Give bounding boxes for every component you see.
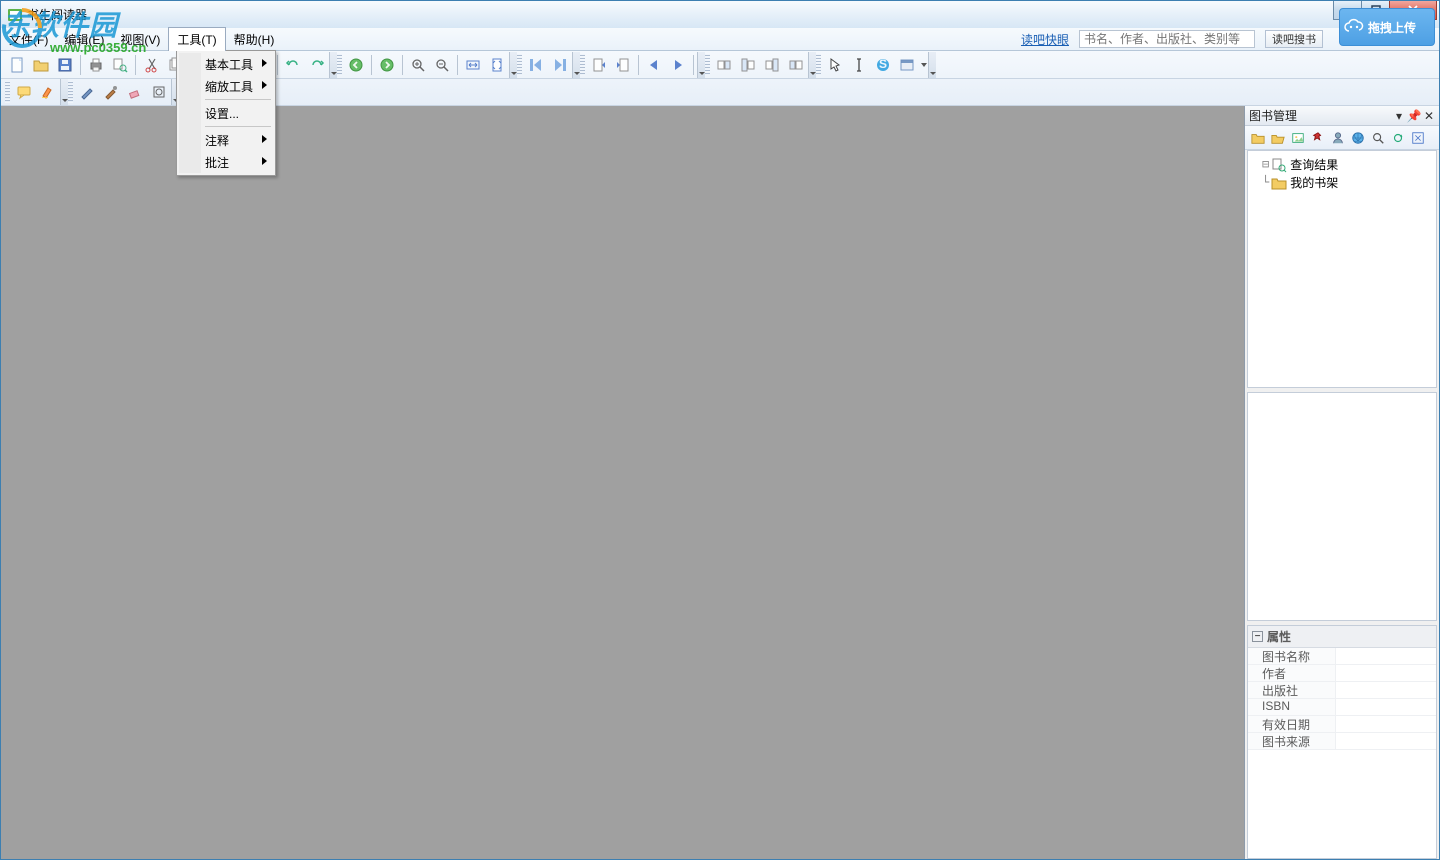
property-row[interactable]: 图书来源 — [1248, 733, 1436, 750]
last-page-button[interactable] — [548, 53, 572, 77]
fit-width-button[interactable] — [461, 53, 485, 77]
expand-button[interactable] — [1408, 128, 1428, 148]
new-button[interactable] — [5, 53, 29, 77]
preview-pane — [1247, 392, 1437, 621]
property-row[interactable]: 图书名称 — [1248, 648, 1436, 665]
menu-item-基本工具[interactable]: 基本工具 — [179, 53, 273, 75]
tree-pane: ⊟查询结果└我的书架 — [1247, 150, 1437, 388]
menu-bar: 文件(F)编辑(E)视图(V)工具(T)帮助(H) 读吧快眼 读吧搜书 拖拽上传 — [1, 28, 1439, 51]
menu-item-批注[interactable]: 批注 — [179, 151, 273, 173]
menu-help[interactable]: 帮助(H) — [226, 28, 283, 50]
skype-button[interactable]: S — [871, 53, 895, 77]
menu-edit[interactable]: 编辑(E) — [56, 28, 112, 50]
globe-button[interactable] — [1348, 128, 1368, 148]
property-row[interactable]: 出版社 — [1248, 682, 1436, 699]
menu-item-注释[interactable]: 注释 — [179, 129, 273, 151]
print-button[interactable] — [84, 53, 108, 77]
folder-open-button[interactable] — [1268, 128, 1288, 148]
rotate-ccw-button[interactable] — [736, 53, 760, 77]
window-button[interactable] — [895, 53, 919, 77]
undo-button[interactable] — [281, 53, 305, 77]
menu-tools[interactable]: 工具(T) — [168, 27, 225, 51]
right-panel: 图书管理 ▾ 📌 ✕ ⊟查询结果└我的书架 − 属性 图书名称作者出版社ISBN… — [1245, 106, 1439, 859]
upload-drop-button[interactable]: 拖拽上传 — [1339, 8, 1435, 46]
panel-pin-icon[interactable]: 📌 — [1408, 110, 1420, 122]
refresh-button[interactable] — [1388, 128, 1408, 148]
rotate-left-button[interactable] — [712, 53, 736, 77]
pin-button[interactable] — [1308, 128, 1328, 148]
search-result-icon — [1271, 157, 1287, 171]
toolbar-overflow[interactable] — [329, 52, 337, 78]
play-right-button[interactable] — [666, 53, 690, 77]
print-preview-button[interactable] — [108, 53, 132, 77]
user-button[interactable] — [1328, 128, 1348, 148]
toolbar-overflow[interactable] — [808, 52, 816, 78]
folder-button[interactable] — [1248, 128, 1268, 148]
document-workspace — [1, 106, 1245, 859]
toolbar-overflow[interactable] — [509, 52, 517, 78]
comment-button[interactable] — [12, 80, 36, 104]
svg-text:S: S — [879, 57, 887, 71]
property-row[interactable]: ISBN — [1248, 699, 1436, 716]
toolbar-overflow[interactable] — [60, 79, 68, 105]
panel-menu-icon[interactable]: ▾ — [1393, 110, 1405, 122]
nav-forward-button[interactable] — [375, 53, 399, 77]
first-page-button[interactable] — [524, 53, 548, 77]
property-row[interactable]: 有效日期 — [1248, 716, 1436, 733]
pen-button[interactable] — [75, 80, 99, 104]
menu-item-设置...[interactable]: 设置... — [179, 102, 273, 124]
panel-header: 图书管理 ▾ 📌 ✕ — [1245, 106, 1439, 126]
shape-button[interactable] — [147, 80, 171, 104]
rotate-cw-button[interactable] — [760, 53, 784, 77]
panel-mini-toolbar — [1245, 126, 1439, 150]
play-left-button[interactable] — [642, 53, 666, 77]
highlight-button[interactable] — [36, 80, 60, 104]
dropdown-arrow-icon[interactable] — [919, 53, 928, 77]
search-button[interactable] — [1368, 128, 1388, 148]
nav-back-button[interactable] — [344, 53, 368, 77]
page-thumb-next-button[interactable] — [611, 53, 635, 77]
panel-title: 图书管理 — [1249, 107, 1297, 124]
property-row[interactable]: 作者 — [1248, 665, 1436, 682]
search-input[interactable] — [1079, 30, 1255, 48]
window-title: 书生阅读器 — [27, 6, 87, 23]
property-header[interactable]: − 属性 — [1248, 626, 1436, 648]
cut-button[interactable] — [139, 53, 163, 77]
toolbar-overflow[interactable] — [928, 52, 936, 78]
collapse-box-icon[interactable]: − — [1252, 631, 1263, 642]
client-area: 图书管理 ▾ 📌 ✕ ⊟查询结果└我的书架 − 属性 图书名称作者出版社ISBN… — [1, 106, 1439, 859]
fit-page-button[interactable] — [485, 53, 509, 77]
eraser-button[interactable] — [123, 80, 147, 104]
search-button[interactable]: 读吧搜书 — [1265, 30, 1323, 48]
app-icon — [7, 7, 23, 23]
zoom-out-button[interactable] — [430, 53, 454, 77]
header-link[interactable]: 读吧快眼 — [1021, 31, 1069, 48]
toolbar-overflow[interactable] — [572, 52, 580, 78]
property-pane: − 属性 图书名称作者出版社ISBN有效日期图书来源 — [1247, 625, 1437, 859]
image-button[interactable] — [1288, 128, 1308, 148]
text-cursor-button[interactable] — [847, 53, 871, 77]
panel-close-icon[interactable]: ✕ — [1423, 110, 1435, 122]
save-button[interactable] — [53, 53, 77, 77]
redo-button[interactable] — [305, 53, 329, 77]
brush-button[interactable] — [99, 80, 123, 104]
upload-label: 拖拽上传 — [1368, 19, 1416, 36]
open-button[interactable] — [29, 53, 53, 77]
zoom-in-button[interactable] — [406, 53, 430, 77]
rotate-right-button[interactable] — [784, 53, 808, 77]
page-thumb-prev-button[interactable] — [587, 53, 611, 77]
menu-view[interactable]: 视图(V) — [112, 28, 168, 50]
cloud-upload-icon — [1340, 17, 1368, 37]
menu-item-缩放工具[interactable]: 缩放工具 — [179, 75, 273, 97]
folder-icon — [1271, 175, 1287, 189]
pointer-button[interactable] — [823, 53, 847, 77]
tree-item-0[interactable]: ⊟查询结果 — [1252, 155, 1432, 173]
property-header-label: 属性 — [1267, 628, 1291, 645]
tools-dropdown: 基本工具缩放工具设置... 注释批注 — [176, 50, 276, 176]
toolbar-overflow[interactable] — [697, 52, 705, 78]
menu-file[interactable]: 文件(F) — [1, 28, 56, 50]
title-bar: 书生阅读器 — [1, 0, 1439, 28]
tree-item-1[interactable]: └我的书架 — [1252, 173, 1432, 191]
